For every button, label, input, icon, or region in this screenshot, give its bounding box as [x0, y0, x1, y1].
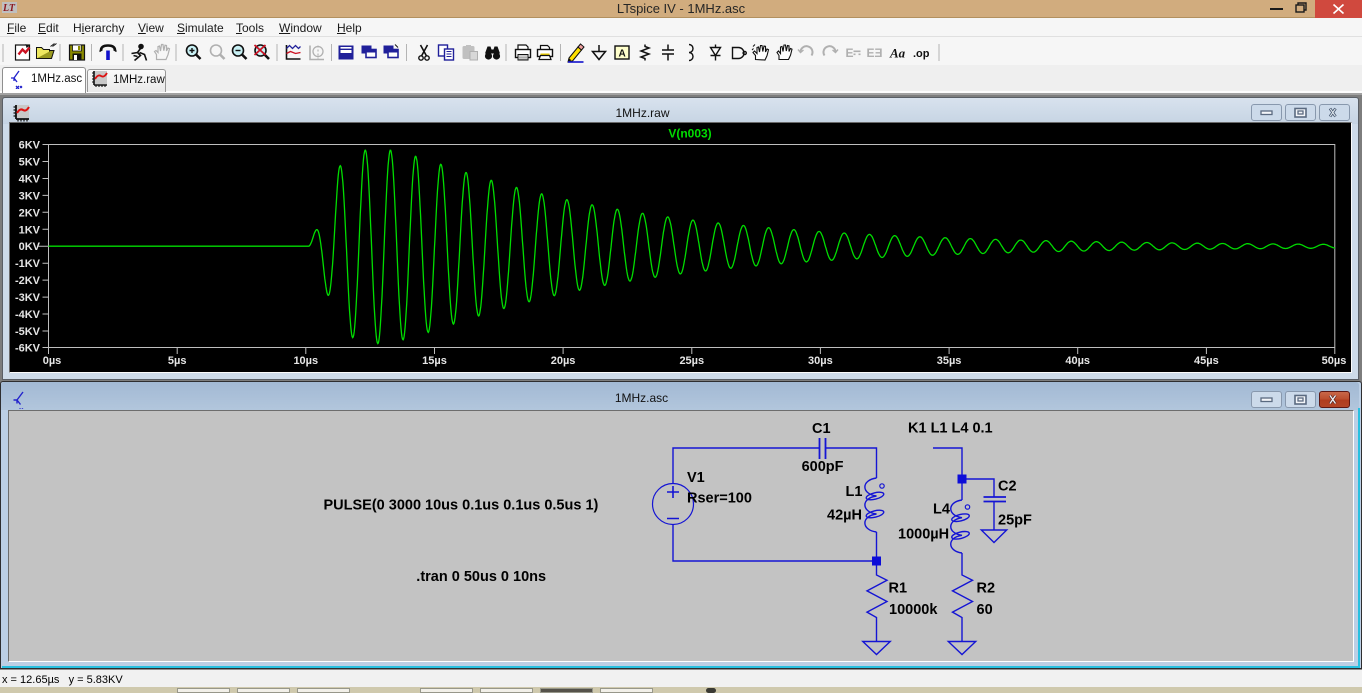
- svg-text:V(n003): V(n003): [668, 127, 711, 141]
- svg-text:LT: LT: [2, 3, 16, 14]
- svg-text:A: A: [619, 49, 626, 60]
- svg-text:-5KV: -5KV: [15, 326, 41, 338]
- svg-text:5KV: 5KV: [19, 157, 41, 169]
- svg-text:E: E: [867, 46, 875, 60]
- svg-text:Ǝ: Ǝ: [875, 46, 883, 60]
- svg-text:60: 60: [976, 602, 992, 618]
- svg-text:0KV: 0KV: [19, 241, 41, 253]
- svg-text:0µs: 0µs: [43, 355, 62, 367]
- svg-text:20µs: 20µs: [551, 355, 576, 367]
- svg-text:E: E: [846, 46, 854, 60]
- svg-text:6KV: 6KV: [19, 140, 41, 152]
- svg-text:PULSE(0 3000 10us 0.1us 0.1us: PULSE(0 3000 10us 0.1us 0.1us 0.5us 1): [323, 497, 598, 513]
- svg-text:V1: V1: [687, 470, 705, 486]
- svg-text:-1KV: -1KV: [15, 258, 41, 270]
- svg-text:R1: R1: [888, 580, 907, 596]
- svg-text:45µs: 45µs: [1194, 355, 1219, 367]
- svg-text:1KV: 1KV: [19, 224, 41, 236]
- svg-text:1000µH: 1000µH: [898, 526, 949, 542]
- svg-text:C2: C2: [998, 478, 1017, 494]
- svg-text:-2KV: -2KV: [15, 275, 41, 287]
- svg-text:-4KV: -4KV: [15, 309, 41, 321]
- svg-text:30µs: 30µs: [808, 355, 833, 367]
- svg-text:Aa: Aa: [889, 46, 906, 61]
- svg-text:C1: C1: [812, 421, 831, 437]
- svg-text:10µs: 10µs: [293, 355, 318, 367]
- svg-text:15µs: 15µs: [422, 355, 447, 367]
- svg-text:25pF: 25pF: [998, 512, 1032, 528]
- svg-text:-6KV: -6KV: [15, 343, 41, 355]
- svg-text:40µs: 40µs: [1065, 355, 1090, 367]
- svg-text:3KV: 3KV: [19, 190, 41, 202]
- svg-text:5µs: 5µs: [168, 355, 187, 367]
- svg-text:600pF: 600pF: [801, 459, 843, 475]
- svg-text:L4: L4: [933, 501, 950, 517]
- svg-text:L1: L1: [845, 484, 862, 500]
- svg-text:4KV: 4KV: [19, 174, 41, 186]
- svg-text:.tran 0 50us 0 10ns: .tran 0 50us 0 10ns: [416, 569, 546, 585]
- svg-text:35µs: 35µs: [937, 355, 962, 367]
- svg-text:10000k: 10000k: [889, 602, 938, 618]
- svg-text:42µH: 42µH: [827, 507, 862, 523]
- svg-text:50µs: 50µs: [1322, 355, 1347, 367]
- svg-text:25µs: 25µs: [679, 355, 704, 367]
- svg-text:.op: .op: [913, 48, 930, 60]
- svg-text:2KV: 2KV: [19, 207, 41, 219]
- svg-text:R2: R2: [976, 580, 995, 596]
- svg-text:Rser=100: Rser=100: [687, 490, 752, 506]
- svg-text:K1 L1 L4 0.1: K1 L1 L4 0.1: [908, 420, 993, 436]
- svg-text:-3KV: -3KV: [15, 292, 41, 304]
